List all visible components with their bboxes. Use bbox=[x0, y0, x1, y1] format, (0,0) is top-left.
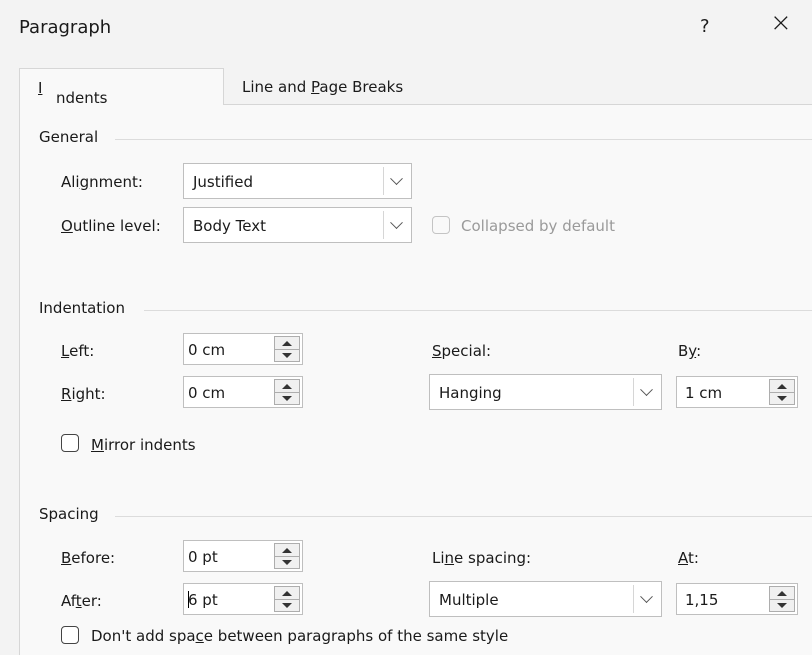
right-indent-label: Right: bbox=[61, 385, 106, 403]
right-indent-spinner[interactable]: 0 cm bbox=[183, 376, 303, 408]
before-spinner[interactable]: 0 pt bbox=[183, 540, 303, 572]
spacing-separator bbox=[115, 516, 812, 517]
dialog-title: Paragraph bbox=[19, 17, 112, 38]
spin-buttons bbox=[274, 379, 300, 405]
dont-add-space-checkbox[interactable] bbox=[61, 626, 79, 644]
before-label: Before: bbox=[61, 549, 116, 567]
chevron-down-icon[interactable] bbox=[633, 585, 658, 613]
by-value: 1 cm bbox=[685, 384, 723, 402]
by-label: By: bbox=[678, 342, 702, 360]
indentation-separator bbox=[144, 310, 812, 311]
alignment-value: Justified bbox=[193, 173, 253, 191]
outline-level-label: Outline level: bbox=[61, 217, 161, 235]
spin-down-button[interactable] bbox=[275, 556, 299, 568]
help-button[interactable]: ? bbox=[700, 16, 710, 37]
special-value: Hanging bbox=[439, 384, 502, 402]
chevron-down-icon[interactable] bbox=[383, 167, 408, 195]
spin-down-button[interactable] bbox=[275, 599, 299, 611]
tab-line-and-page-breaks[interactable]: Line and Page Breaks bbox=[242, 78, 403, 96]
spin-buttons bbox=[274, 543, 300, 569]
special-label: Special: bbox=[432, 342, 492, 360]
before-value: 0 pt bbox=[188, 548, 218, 566]
spin-down-button[interactable] bbox=[275, 392, 299, 404]
close-button[interactable]: × bbox=[770, 10, 792, 36]
outline-level-value: Body Text bbox=[193, 217, 266, 235]
line-spacing-value: Multiple bbox=[439, 591, 499, 609]
at-label: At: bbox=[678, 549, 699, 567]
mirror-indents-label: Mirror indents bbox=[91, 436, 196, 454]
spin-down-button[interactable] bbox=[770, 392, 794, 404]
mirror-indents-checkbox[interactable] bbox=[61, 434, 79, 452]
after-value: 6 pt bbox=[188, 591, 218, 609]
collapsed-by-default-checkbox[interactable] bbox=[432, 216, 450, 234]
by-spinner[interactable]: 1 cm bbox=[676, 376, 798, 408]
spin-buttons bbox=[274, 336, 300, 362]
alignment-dropdown[interactable]: Justified bbox=[183, 163, 412, 199]
tab-indents-and-spacing-label: Indents and Spacing bbox=[38, 79, 116, 143]
at-spinner[interactable]: 1,15 bbox=[676, 583, 798, 615]
spin-buttons bbox=[769, 379, 795, 405]
left-indent-spinner[interactable]: 0 cm bbox=[183, 333, 303, 365]
after-spinner[interactable]: 6 pt bbox=[183, 583, 303, 615]
general-separator bbox=[115, 139, 812, 140]
right-indent-value: 0 cm bbox=[188, 384, 226, 402]
alignment-label: Alignment: bbox=[61, 173, 143, 191]
chevron-down-icon[interactable] bbox=[633, 378, 658, 406]
special-dropdown[interactable]: Hanging bbox=[429, 374, 662, 410]
left-indent-value: 0 cm bbox=[188, 341, 226, 359]
general-group-label: General bbox=[39, 128, 99, 146]
line-spacing-dropdown[interactable]: Multiple bbox=[429, 581, 662, 617]
collapsed-by-default-label: Collapsed by default bbox=[461, 217, 615, 235]
outline-level-dropdown[interactable]: Body Text bbox=[183, 207, 412, 243]
indentation-group-label: Indentation bbox=[39, 299, 125, 317]
chevron-down-icon[interactable] bbox=[383, 211, 408, 239]
spin-down-button[interactable] bbox=[770, 599, 794, 611]
tab-indents-and-spacing[interactable]: Indents and Spacing bbox=[19, 68, 224, 143]
at-value: 1,15 bbox=[685, 591, 719, 609]
left-indent-label: Left: bbox=[61, 342, 95, 360]
spin-down-button[interactable] bbox=[275, 349, 299, 361]
spin-buttons bbox=[274, 586, 300, 612]
after-label: After: bbox=[61, 592, 102, 610]
spacing-group-label: Spacing bbox=[39, 505, 99, 523]
line-spacing-label: Line spacing: bbox=[432, 549, 532, 567]
spin-buttons bbox=[769, 586, 795, 612]
dont-add-space-label: Don't add space between paragraphs of th… bbox=[91, 627, 509, 645]
